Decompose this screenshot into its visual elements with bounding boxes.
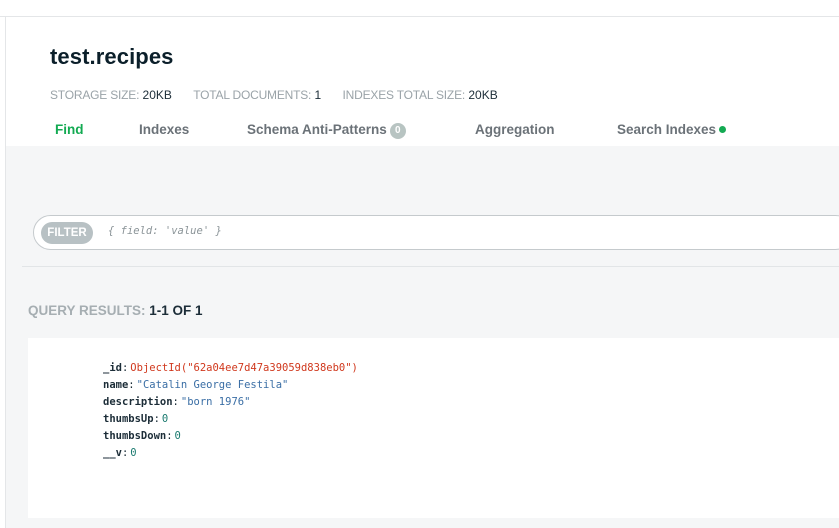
document-field-name: name: "Catalin George Festila" xyxy=(103,379,289,391)
document-field-description: description: "born 1976" xyxy=(103,396,251,408)
document-field-id: _id: ObjectId("62a04ee7d47a39059d838eb0") xyxy=(103,362,358,374)
stat-label: STORAGE SIZE: xyxy=(50,88,140,102)
tab-label: Schema Anti-Patterns xyxy=(247,122,387,137)
tab-search-indexes[interactable]: Search Indexes xyxy=(617,122,727,137)
tab-label: Indexes xyxy=(139,122,190,137)
stat-label: INDEXES TOTAL SIZE: xyxy=(342,88,466,102)
stat-label: TOTAL DOCUMENTS: xyxy=(193,88,312,102)
tab-indexes[interactable]: Indexes xyxy=(139,122,189,137)
tab-label: Search Indexes xyxy=(617,122,717,137)
tab-label: Find xyxy=(55,122,84,137)
results-count: 1-1 OF 1 xyxy=(149,303,203,318)
total-documents-stat: TOTAL DOCUMENTS: 1 xyxy=(193,88,321,102)
field-key: thumbsDown xyxy=(103,430,167,442)
count-badge: 0 xyxy=(389,123,406,139)
field-key: name xyxy=(103,379,129,391)
collection-title: test.recipes xyxy=(50,44,174,69)
field-value: 0 xyxy=(174,430,181,442)
stat-value: 20KB xyxy=(142,88,172,102)
filter-input[interactable] xyxy=(108,225,808,237)
results-label: QUERY RESULTS: xyxy=(28,303,146,318)
filter-bar: FILTER xyxy=(33,215,839,250)
top-divider xyxy=(0,16,839,17)
document-field-thumbsdown: thumbsDown: 0 xyxy=(103,430,181,442)
tab-aggregation[interactable]: Aggregation xyxy=(475,122,555,137)
field-key: thumbsUp xyxy=(103,413,154,425)
document-field-version: __v: 0 xyxy=(103,447,137,459)
query-results-summary: QUERY RESULTS: 1-1 OF 1 xyxy=(28,303,203,318)
section-divider xyxy=(22,266,839,267)
document-field-thumbsup: thumbsUp: 0 xyxy=(103,413,169,425)
status-dot-icon xyxy=(719,126,727,133)
tab-label: Aggregation xyxy=(475,122,555,137)
storage-size-stat: STORAGE SIZE: 20KB xyxy=(50,88,172,102)
field-value: 0 xyxy=(161,413,169,425)
field-value: "born 1976" xyxy=(180,396,251,408)
indexes-total-size-stat: INDEXES TOTAL SIZE: 20KB xyxy=(343,88,498,102)
field-key: _id xyxy=(103,362,122,374)
field-key: description xyxy=(103,396,173,408)
collection-stats: STORAGE SIZE: 20KB TOTAL DOCUMENTS: 1 IN… xyxy=(50,88,516,102)
field-key: __v xyxy=(103,447,122,459)
tab-find[interactable]: Find xyxy=(55,122,84,137)
tab-schema-anti-patterns[interactable]: Schema Anti-Patterns 0 xyxy=(247,122,406,139)
document-card[interactable]: _id: ObjectId("62a04ee7d47a39059d838eb0")… xyxy=(28,338,839,518)
field-value: 0 xyxy=(130,447,137,459)
filter-button[interactable]: FILTER xyxy=(41,222,93,244)
stat-value: 1 xyxy=(314,88,322,102)
stat-value: 20KB xyxy=(468,88,498,102)
field-value: "Catalin George Festila" xyxy=(136,379,289,391)
collection-tabs: Find Indexes Schema Anti-Patterns 0 Aggre… xyxy=(0,122,839,142)
field-value: ObjectId("62a04ee7d47a39059d838eb0") xyxy=(130,362,358,374)
